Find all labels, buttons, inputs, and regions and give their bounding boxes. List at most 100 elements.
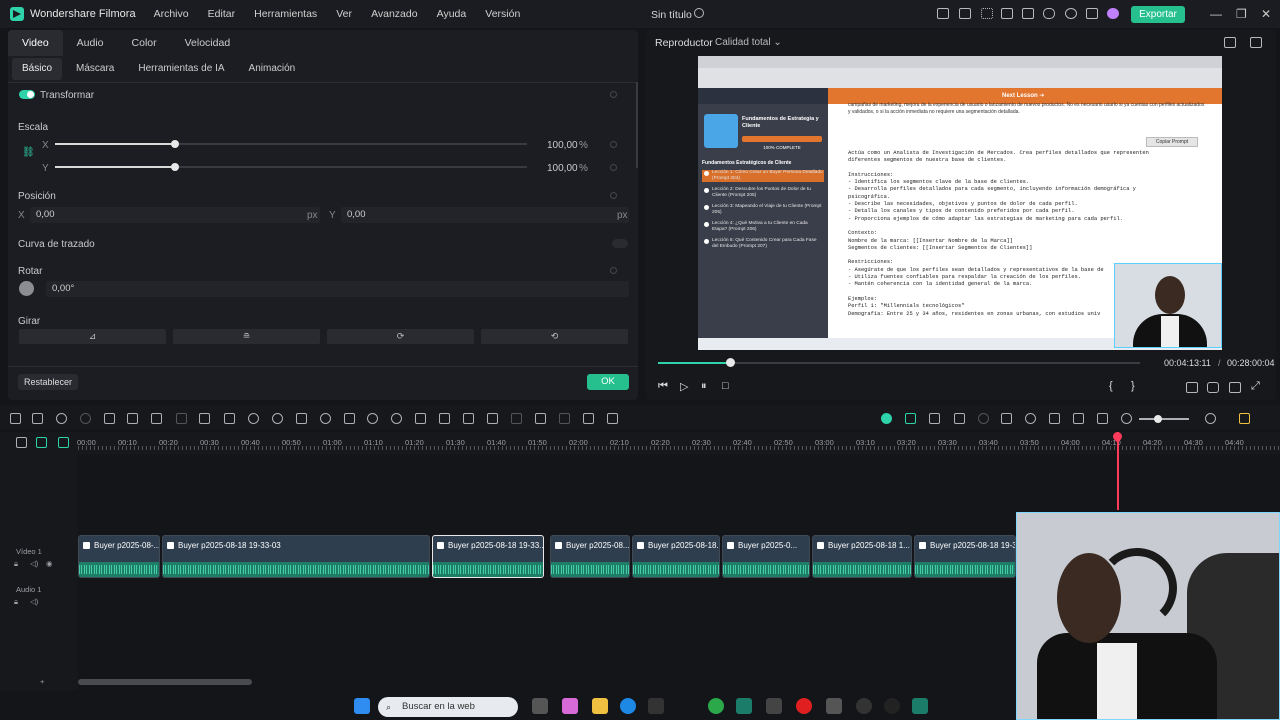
pip-icon[interactable] — [954, 413, 965, 424]
ai-icon[interactable] — [511, 413, 522, 424]
tab-audio[interactable]: Audio — [63, 30, 118, 56]
zoom-icon[interactable] — [415, 413, 426, 424]
auto-ripple-icon[interactable] — [929, 413, 940, 424]
add-icon[interactable]: + — [40, 677, 44, 686]
layout-icon[interactable] — [10, 413, 21, 424]
fullscreen-icon[interactable] — [1250, 37, 1262, 48]
store-icon[interactable] — [648, 698, 664, 714]
fit-icon[interactable] — [1097, 413, 1108, 424]
screen-icon[interactable] — [1001, 8, 1013, 19]
crop-icon[interactable] — [151, 413, 162, 424]
split-icon[interactable] — [127, 413, 138, 424]
undo-icon[interactable] — [56, 413, 67, 424]
menu-herramientas[interactable]: Herramientas — [254, 8, 317, 20]
menu-archivo[interactable]: Archivo — [154, 8, 189, 20]
subtab-basico[interactable]: Básico — [12, 58, 63, 80]
snapshot-icon[interactable] — [1224, 37, 1236, 48]
keyframe-dot-icon[interactable] — [610, 192, 617, 199]
davinci-icon[interactable] — [856, 698, 872, 714]
video-clip-selected[interactable]: Buyer p2025-08-18 19-33... — [432, 535, 544, 578]
keyframe-dot-icon[interactable] — [610, 164, 617, 171]
timer-icon[interactable] — [391, 413, 402, 424]
cloud-status-icon[interactable] — [694, 8, 704, 18]
avatar[interactable] — [1107, 8, 1119, 19]
video-clip[interactable]: Buyer p2025-0... — [722, 535, 810, 578]
ai-color-icon[interactable] — [978, 413, 989, 424]
delete-icon[interactable] — [104, 413, 115, 424]
media-player-icon[interactable] — [884, 698, 900, 714]
file-explorer-icon[interactable] — [592, 698, 608, 714]
opera-icon[interactable] — [796, 698, 812, 714]
speaker-icon[interactable]: ◁) — [30, 597, 38, 606]
stabilize-icon[interactable] — [320, 413, 331, 424]
grid-icon[interactable] — [1086, 8, 1098, 19]
taskbar-search[interactable]: Buscar en la web — [378, 697, 518, 717]
timeline-scrollbar[interactable] — [78, 679, 252, 685]
mark-in-icon[interactable]: { — [1109, 380, 1113, 392]
copilot-icon[interactable] — [562, 698, 578, 714]
color-icon[interactable] — [296, 413, 307, 424]
video-clip[interactable]: Buyer p2025-08... — [550, 535, 630, 578]
add-track-icon[interactable] — [36, 437, 47, 448]
app-icon[interactable] — [766, 698, 782, 714]
scale-y-value[interactable]: 100,00 — [547, 163, 578, 174]
scale-x-value[interactable]: 100,00 — [547, 140, 578, 151]
subtab-animacion[interactable]: Animación — [239, 58, 306, 80]
export-button[interactable]: Exportar — [1131, 6, 1185, 23]
settings-list-icon[interactable] — [1239, 413, 1250, 424]
video-clip[interactable]: Buyer p2025-08-18 1... — [812, 535, 912, 578]
menu-version[interactable]: Versión — [485, 8, 520, 20]
path-curve-toggle[interactable] — [612, 239, 628, 248]
speaker-icon[interactable]: ◁) — [30, 559, 38, 568]
flip-horizontal-button[interactable]: ⊿ — [19, 329, 166, 344]
keyframe-dot-icon[interactable] — [610, 267, 617, 274]
tab-velocidad[interactable]: Velocidad — [171, 30, 245, 56]
position-x-field[interactable]: 0,00 — [30, 207, 320, 223]
video-clip[interactable]: Buyer p2025-08-18... — [632, 535, 720, 578]
tab-color[interactable]: Color — [118, 30, 171, 56]
quality-select[interactable]: Calidad total ⌄ — [715, 37, 782, 48]
chrome-icon[interactable] — [708, 698, 724, 714]
mask-icon[interactable] — [367, 413, 378, 424]
video-clip[interactable]: Buyer p2025-08-18 19-33-03 — [162, 535, 430, 578]
flip-vertical-button[interactable]: ≘ — [173, 329, 320, 344]
panel-scrollbar[interactable] — [636, 82, 638, 168]
zoom-slider[interactable] — [1139, 418, 1189, 420]
pause-icon[interactable]: ⏸ — [701, 380, 707, 393]
select-tool-icon[interactable] — [32, 413, 43, 424]
filmora-taskbar-icon[interactable] — [736, 698, 752, 714]
cloud-upload-icon[interactable] — [1043, 8, 1055, 19]
scale-y-knob[interactable] — [171, 163, 179, 171]
zoom-out-icon[interactable] — [1121, 413, 1132, 424]
scrub-knob[interactable] — [726, 358, 735, 367]
tab-video[interactable]: Video — [8, 30, 63, 56]
rotate-left-button[interactable]: ⟲ — [481, 329, 628, 344]
save-icon[interactable] — [1022, 8, 1034, 19]
more-tools-icon[interactable] — [607, 413, 618, 424]
scale-x-knob[interactable] — [171, 140, 179, 148]
playhead[interactable] — [1117, 432, 1119, 510]
render-icon[interactable] — [881, 413, 892, 424]
mark-out-icon[interactable]: } — [1131, 380, 1135, 392]
group-icon[interactable] — [583, 413, 594, 424]
track-manager-icon[interactable] — [58, 437, 69, 448]
keyframe-dot-icon[interactable] — [610, 141, 617, 148]
link-icon[interactable]: ⛓ — [22, 147, 35, 158]
snap-icon[interactable] — [905, 413, 916, 424]
loading-icon[interactable] — [981, 8, 993, 19]
task-view-icon[interactable] — [532, 698, 548, 714]
menu-ver[interactable]: Ver — [336, 8, 352, 20]
subtab-ia[interactable]: Herramientas de IA — [128, 58, 234, 80]
edge-icon[interactable] — [620, 698, 636, 714]
files-icon[interactable] — [826, 698, 842, 714]
audio-stretch-icon[interactable] — [535, 413, 546, 424]
tag-icon[interactable] — [439, 413, 450, 424]
play-icon[interactable]: ▷ — [680, 380, 688, 393]
eye-icon[interactable]: ◉ — [46, 559, 53, 568]
transition-icon[interactable] — [176, 413, 187, 424]
menu-avanzado[interactable]: Avanzado — [371, 8, 418, 20]
windows-start-icon[interactable] — [354, 698, 370, 714]
edit-icon[interactable] — [344, 413, 355, 424]
microphone-icon[interactable] — [1025, 413, 1036, 424]
record-icon[interactable] — [487, 413, 498, 424]
